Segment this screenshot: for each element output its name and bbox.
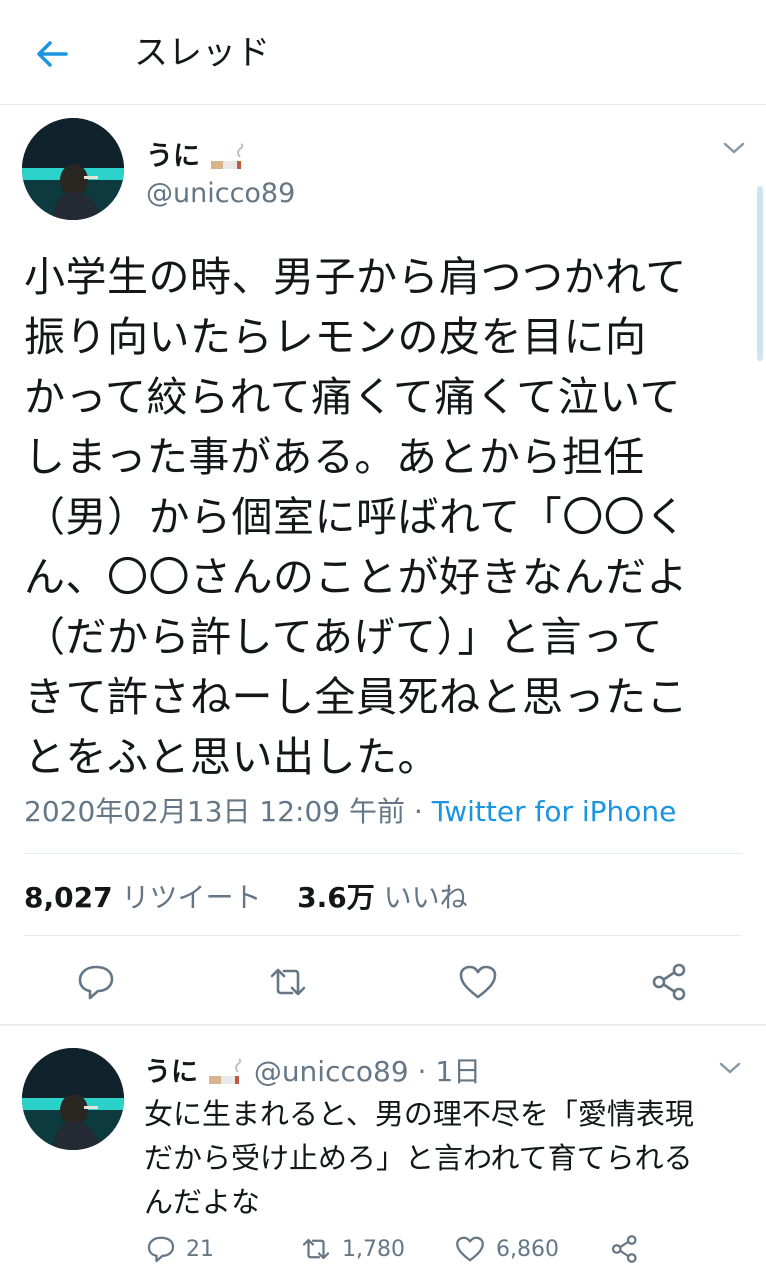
reply-reply-action[interactable]: 21	[146, 1234, 214, 1264]
scrollbar[interactable]	[757, 186, 763, 361]
section-separator	[0, 1024, 766, 1026]
tweet-text: 小学生の時、男子から肩つつかれて 振り向いたらレモンの皮を目に向 かって絞られて…	[24, 253, 688, 781]
reply-count: 21	[186, 1236, 214, 1262]
retweet-icon[interactable]	[268, 962, 308, 1002]
display-name[interactable]: うに	[146, 134, 247, 173]
tweet-source-link[interactable]: Twitter for iPhone	[432, 795, 677, 828]
cigarette-emoji-icon	[208, 1058, 242, 1084]
reply-header: うに @unicco89 · 1日	[144, 1050, 481, 1090]
reply-retweet-action[interactable]: 1,780	[300, 1234, 405, 1264]
tweet-meta: 2020年02月13日 12:09 午前 · Twitter for iPhon…	[24, 790, 676, 830]
arrow-left-icon[interactable]	[32, 34, 72, 74]
reply-text: 女に生まれると、男の理不尽を「愛情表現 だから受け止めろ」と言われて育てられる …	[144, 1097, 694, 1219]
cigarette-emoji-icon	[211, 142, 244, 169]
retweet-count: 1,780	[342, 1236, 405, 1262]
avatar[interactable]	[22, 118, 124, 220]
tweet-timestamp[interactable]: 2020年02月13日 12:09 午前	[24, 795, 405, 828]
reply-icon	[147, 1236, 175, 1263]
chevron-down-icon[interactable]	[718, 1060, 742, 1076]
reply-like-action[interactable]: 6,860	[454, 1234, 559, 1264]
retweet-stat[interactable]: 8,027 リツイート	[24, 881, 262, 914]
user-handle[interactable]: @unicco89	[146, 178, 295, 209]
chevron-down-icon[interactable]	[722, 140, 746, 156]
meta-separator: ·	[413, 795, 423, 828]
like-stat[interactable]: 3.6万 いいね	[297, 881, 468, 914]
reply-avatar[interactable]	[22, 1048, 124, 1150]
like-count: 6,860	[496, 1236, 559, 1262]
tweet-stats: 8,027 リツイート 3.6万 いいね	[24, 876, 468, 916]
retweet-icon	[302, 1238, 330, 1260]
like-icon	[456, 1236, 484, 1262]
share-icon[interactable]	[650, 962, 690, 1002]
divider	[24, 853, 742, 854]
share-icon	[611, 1235, 637, 1263]
page-title: スレッド	[134, 33, 270, 73]
reply-icon[interactable]	[76, 962, 116, 1002]
reply-time: · 1日	[417, 1055, 482, 1088]
divider	[24, 935, 742, 936]
like-icon[interactable]	[458, 962, 498, 1002]
reply-share-action[interactable]	[610, 1234, 650, 1264]
reply-display-name[interactable]: うに	[144, 1057, 198, 1088]
thread-header: スレッド	[0, 0, 766, 105]
reply-handle[interactable]: @unicco89	[254, 1055, 409, 1088]
